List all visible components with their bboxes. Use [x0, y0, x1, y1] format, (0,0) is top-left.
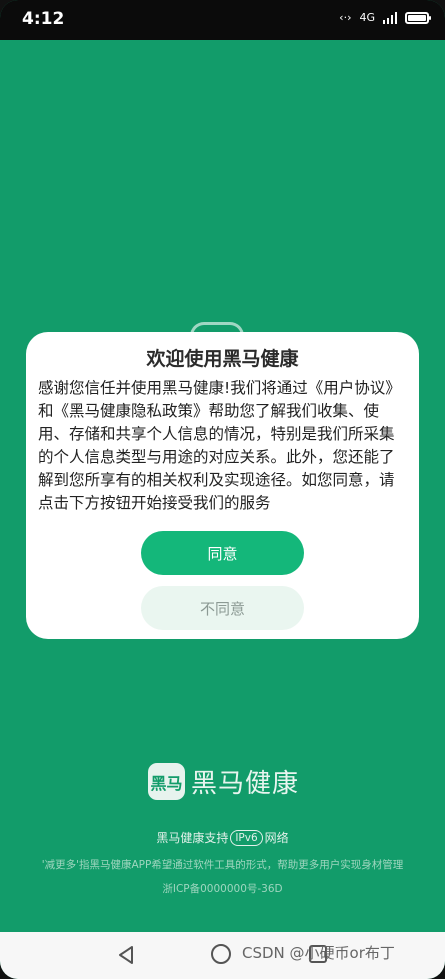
disagree-button[interactable]: 不同意 [141, 586, 304, 630]
navigation-bar: CSDN @小硬币or布丁 [0, 932, 445, 979]
support-suffix: 网络 [264, 831, 289, 845]
network-type-label: 4G [359, 11, 375, 24]
battery-icon [405, 11, 431, 24]
support-prefix: 黑马健康支持 [156, 831, 229, 845]
ipv6-support-text: 黑马健康支持 IPv6 网络 [0, 829, 445, 846]
privacy-dialog: 欢迎使用黑马健康 感谢您信任并使用黑马健康!我们将通过《用户协议》和《黑马健康隐… [26, 332, 419, 639]
slogan-text: '减更多'指黑马健康APP希望通过软件工具的形式，帮助更多用户实现身材管理 [41, 859, 404, 871]
signal-icon [383, 11, 397, 24]
ipv6-badge: IPv6 [230, 829, 263, 846]
dialog-title: 欢迎使用黑马健康 [146, 348, 299, 370]
back-icon[interactable] [115, 944, 137, 966]
icp-text: 浙ICP备0000000号-36D [162, 883, 283, 895]
data-transfer-icon: ‹·› [339, 11, 352, 24]
home-icon[interactable] [211, 944, 231, 964]
dialog-body: 感谢您信任并使用黑马健康!我们将通过《用户协议》和《黑马健康隐私政策》帮助您了解… [38, 379, 401, 512]
watermark-text: CSDN @小硬币or布丁 [242, 944, 395, 962]
status-bar: 4:12 ‹·› 4G [0, 0, 445, 40]
app-screen: 4:12 ‹·› 4G 欢迎使用黑马健康 感谢您信任并使用黑马健康!我们将通过《… [0, 0, 445, 979]
agree-button[interactable]: 同意 [141, 531, 304, 575]
brand-name: 黑马健康 [191, 769, 300, 799]
status-icons: ‹·› 4G [339, 11, 431, 24]
brand-icon: 黑马 [148, 763, 185, 800]
status-time: 4:12 [22, 9, 65, 29]
brand-logo: 黑马 黑马健康 [148, 763, 299, 800]
